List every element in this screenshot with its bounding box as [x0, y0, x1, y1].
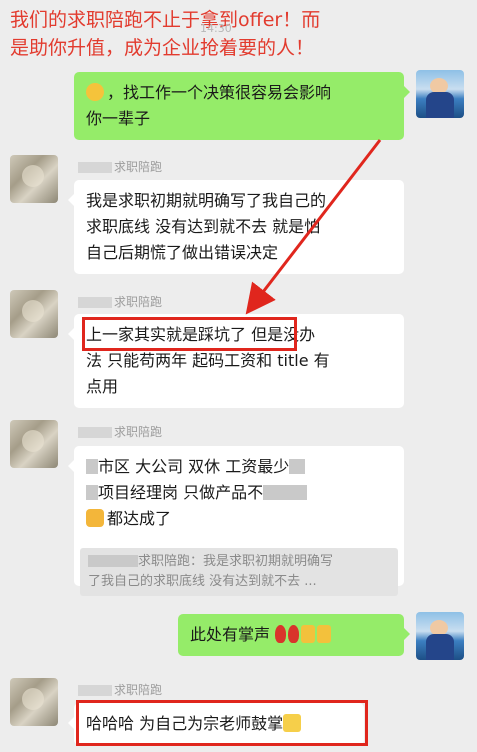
thumbs-up-emoji [317, 625, 332, 643]
contact-avatar[interactable] [10, 155, 58, 203]
banner-line-1: 我们的求职陪跑不止于拿到offer！而 [10, 9, 321, 31]
highlight-box [76, 700, 368, 746]
sender-name: 求职陪跑 [78, 158, 162, 175]
redacted-name [78, 427, 112, 438]
quote-line: 了我自己的求职底线 没有达到就不去 ... [88, 574, 317, 589]
sender-name: 求职陪跑 [78, 423, 162, 440]
message-text: 此处有掌声 [190, 625, 271, 644]
redacted-text [86, 459, 98, 474]
message-line: 求职底线 没有达到就不去 就是怕 [86, 217, 321, 236]
message-line: 你一辈子 [86, 109, 151, 128]
rose-emoji [275, 625, 287, 643]
redacted-text [88, 555, 138, 567]
message-line: 项目经理岗 只做产品不 [86, 480, 392, 506]
thumbs-up-emoji [301, 625, 316, 643]
sender-name: 求职陪跑 [78, 293, 162, 310]
quoted-message[interactable]: 求职陪跑：我是求职初期就明确写 了我自己的求职底线 没有达到就不去 ... [80, 548, 398, 596]
promo-banner: 我们的求职陪跑不止于拿到offer！而 是助你升值，成为企业抢着要的人！ [10, 6, 470, 62]
redacted-name [78, 297, 112, 308]
contact-avatar[interactable] [10, 290, 58, 338]
self-avatar[interactable] [416, 70, 464, 118]
redacted-text [263, 485, 308, 500]
message-line: 法 只能苟两年 起码工资和 title 有 [86, 351, 330, 370]
rose-emoji [288, 625, 300, 643]
redacted-name [78, 162, 112, 173]
message-line: 我是求职初期就明确写了我自己的 [86, 191, 327, 210]
message-timestamp: 14:30 [200, 22, 232, 35]
message-bubble-self[interactable]: 此处有掌声 [178, 614, 410, 656]
cat-emoji [86, 509, 104, 527]
message-bubble-contact[interactable]: 我是求职初期就明确写了我自己的 求职底线 没有达到就不去 就是怕 自己后期慌了做… [68, 180, 404, 274]
contact-avatar[interactable] [10, 420, 58, 468]
message-bubble-self[interactable]: ，找工作一个决策很容易会影响 你一辈子 [74, 72, 410, 140]
sweat-smile-emoji [86, 83, 104, 101]
sender-name: 求职陪跑 [78, 681, 162, 698]
message-line: 点用 [86, 377, 119, 396]
redacted-text [289, 459, 306, 474]
message-line: 市区 大公司 双休 工资最少 [86, 454, 392, 480]
message-line: 自己后期慌了做出错误决定 [86, 243, 279, 262]
message-line: 都达成了 [86, 506, 392, 532]
self-avatar[interactable] [416, 612, 464, 660]
contact-avatar[interactable] [10, 678, 58, 726]
redacted-name [78, 685, 112, 696]
message-line: ，找工作一个决策很容易会影响 [86, 80, 392, 106]
quote-line: 求职陪跑：我是求职初期就明确写 [88, 552, 390, 572]
redacted-text [86, 485, 98, 500]
highlight-box [82, 317, 297, 351]
banner-line-2: 是助你升值，成为企业抢着要的人！ [10, 37, 315, 59]
